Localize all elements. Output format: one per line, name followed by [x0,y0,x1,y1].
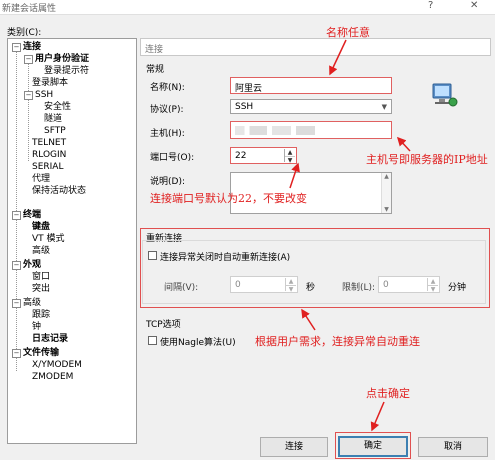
tree-item-keepalive[interactable]: 保持活动状态 [32,185,86,197]
tree-item-window[interactable]: 窗口 [32,271,50,283]
tree-item-login-script[interactable]: 登录脚本 [32,77,68,89]
collapse-toggle-icon[interactable]: − [12,349,21,358]
collapse-toggle-icon[interactable]: − [12,43,21,52]
port-spinner[interactable]: ▲ ▼ [284,149,295,164]
tree-item-keyboard[interactable]: 键盘 [32,221,50,233]
collapse-toggle-icon[interactable]: − [12,211,21,220]
tree-item-xymodem[interactable]: X/YMODEM [32,359,82,371]
description-label: 说明(D): [150,177,185,187]
name-label: 名称(N): [150,83,185,93]
arrow-to-host [396,136,411,152]
reconnect-highlight-box [140,228,490,308]
name-input[interactable]: 阿里云 [230,77,392,94]
cancel-button[interactable]: 取消 [418,437,488,457]
tree-item-file-transfer[interactable]: 文件传输 [23,347,59,359]
port-input-value: 22 [235,151,247,161]
nagle-label[interactable]: 使用Nagle算法(U) [160,335,236,348]
tree-item-connection[interactable]: 连接 [23,41,41,53]
category-tree[interactable]: − 连接 − 用户身份验证 登录提示符 登录脚本 − SSH 安全性 隧道 SF… [7,38,137,444]
protocol-select[interactable]: SSH ▼ [230,99,392,114]
tree-item-advanced[interactable]: 高级 [32,245,50,257]
tree-item-zmodem[interactable]: ZMODEM [32,371,73,383]
tree-item-rlogin[interactable]: RLOGIN [32,149,66,161]
description-scrollbar[interactable]: ▲ ▼ [381,173,391,213]
tree-item-trace[interactable]: 跟踪 [32,309,50,321]
title-bar: 新建会话属性 ? ✕ [0,0,495,15]
general-group-label: 常规 [146,65,165,75]
nagle-checkbox[interactable] [148,336,157,345]
host-input[interactable] [230,121,392,139]
arrow-up-icon[interactable]: ▲ [285,149,295,157]
tree-item-security[interactable]: 安全性 [44,101,71,113]
tree-item-user-auth[interactable]: 用户身份验证 [35,53,89,65]
port-label: 端口号(O): [150,153,195,163]
tree-item-bell[interactable]: 钟 [32,321,41,333]
tree-item-sftp[interactable]: SFTP [44,125,66,137]
close-button[interactable]: ✕ [470,0,478,11]
arrow-to-reconnect [301,308,316,331]
host-label: 主机(H): [150,129,185,139]
tcp-group-label: TCP选项 [146,320,181,330]
protocol-select-value: SSH [235,102,254,112]
tree-item-logging[interactable]: 日志记录 [32,333,68,345]
arrow-down-icon[interactable]: ▼ [285,157,295,164]
tree-item-highlight[interactable]: 突出 [32,283,50,295]
annotation-name: 名称任意 [326,26,370,39]
help-button[interactable]: ? [428,0,433,11]
tree-item-appearance[interactable]: 外观 [23,259,41,271]
connect-button[interactable]: 连接 [260,437,328,457]
annotation-port: 连接端口号默认为22，不要改变 [150,192,307,205]
arrow-to-ok [370,401,385,432]
tree-item-terminal[interactable]: 终端 [23,209,41,221]
tree-item-ssh[interactable]: SSH [35,89,53,101]
tree-item-tunnel[interactable]: 隧道 [44,113,62,125]
annotation-host: 主机号即服务器的IP地址 [366,153,488,166]
name-input-value: 阿里云 [235,84,263,94]
collapse-toggle-icon[interactable]: − [24,55,33,64]
category-label: 类别(C): [7,28,42,38]
chevron-down-icon: ▼ [381,103,387,111]
annotation-ok: 点击确定 [366,387,410,400]
network-computer-icon [429,82,459,108]
collapse-toggle-icon[interactable]: − [24,91,33,100]
panel-header-text: 连接 [145,45,164,55]
redacted-host-blur [235,126,315,135]
collapse-toggle-icon[interactable]: − [12,299,21,308]
tree-item-telnet[interactable]: TELNET [32,137,66,149]
tree-item-login-prompt[interactable]: 登录提示符 [44,65,89,77]
window-title: 新建会话属性 [2,4,57,14]
tree-item-vt-mode[interactable]: VT 模式 [32,233,65,245]
annotation-reconnect: 根据用户需求，连接异常自动重连 [255,335,420,348]
tree-item-proxy[interactable]: 代理 [32,173,50,185]
arrow-down-icon[interactable]: ▼ [382,206,391,213]
collapse-toggle-icon[interactable]: − [12,261,21,270]
arrow-up-icon[interactable]: ▲ [382,173,391,180]
tree-item-serial[interactable]: SERIAL [32,161,63,173]
ok-highlight-box [335,432,411,459]
port-input[interactable]: 22 ▲ ▼ [230,147,297,164]
panel-header: 连接 [140,38,491,56]
protocol-label: 协议(P): [150,105,184,115]
tree-item-advanced-2[interactable]: 高级 [23,297,41,309]
